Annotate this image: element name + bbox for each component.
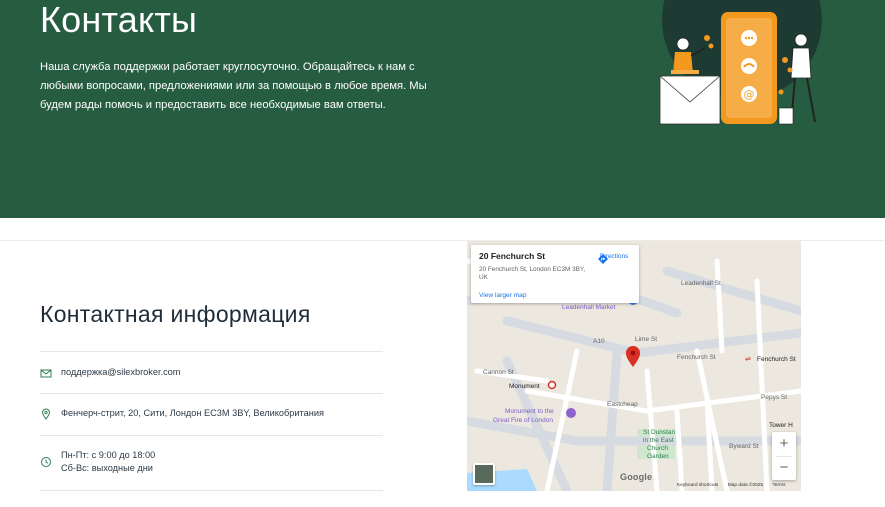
divider [40, 393, 383, 394]
label-fenchurch-station: Fenchurch St [757, 356, 796, 363]
page-title: Контакты [40, 0, 198, 40]
label-byward-st: Byward St [729, 443, 759, 450]
map-data-label: Map data ©2025 [727, 483, 764, 488]
zoom-controls: + − [772, 432, 796, 480]
label-cannon-st: Cannon St [483, 369, 514, 376]
label-eastcheap: Eastcheap [607, 401, 638, 408]
satellite-toggle[interactable] [473, 463, 495, 485]
place-info-card: 20 Fenchurch St 20 Fenchurch St, London … [471, 245, 639, 303]
mail-icon [40, 369, 52, 378]
contact-email[interactable]: поддержка@silexbroker.com [61, 366, 180, 379]
underground-icon [547, 380, 557, 390]
contact-hours: Пн-Пт: с 9:00 до 18:00 Сб-Вс: выходные д… [61, 449, 155, 475]
contact-info-heading: Контактная информация [40, 301, 311, 327]
divider [40, 490, 383, 491]
view-larger-map-link[interactable]: View larger map [479, 292, 527, 299]
hero-banner: Контакты Наша служба поддержки работает … [0, 0, 885, 218]
label-a10: A10 [593, 338, 605, 345]
envelope-icon [659, 75, 721, 125]
contact-address: Фенчерч-стрит, 20, Сити, Лондон EC3M 3BY… [61, 408, 324, 418]
contact-email-row[interactable]: поддержка@silexbroker.com [40, 366, 383, 379]
hero-description: Наша служба поддержки работает круглосут… [40, 61, 427, 111]
label-monument: Monument [509, 383, 540, 390]
rail-icon: ⇌ [745, 355, 751, 363]
label-tower-hill: Tower H [769, 422, 793, 429]
place-address: 20 Fenchurch St, London EC3M 3BY, UK [479, 266, 586, 281]
location-pin-icon [41, 408, 51, 420]
map-footer: Keyboard shortcuts Map data ©2025 Terms [677, 483, 794, 488]
keyboard-shortcuts-link[interactable]: Keyboard shortcuts [677, 483, 718, 488]
label-leadenhall-market: Leadenhall Market [562, 304, 616, 311]
hours-weekdays: Пн-Пт: с 9:00 до 18:00 [61, 450, 156, 460]
zoom-out-button[interactable]: − [772, 456, 796, 480]
divider [40, 435, 383, 436]
divider [40, 351, 383, 352]
label-leadenhall-st: Leadenhall St [681, 280, 721, 287]
attraction-icon [566, 408, 576, 418]
directions-icon [598, 254, 608, 264]
svg-text:@: @ [744, 88, 755, 101]
label-pepys-st: Pepys St [761, 394, 787, 401]
clock-icon [41, 457, 51, 467]
google-logo: Google [620, 472, 653, 482]
embedded-map[interactable]: Leadenhall St Leadenhall Market Lime St … [467, 241, 801, 491]
contact-address-row: Фенчерч-стрит, 20, Сити, Лондон EC3M 3BY… [40, 407, 383, 420]
directions-button[interactable]: Directions [597, 253, 631, 264]
contact-hours-row: Пн-Пт: с 9:00 до 18:00 Сб-Вс: выходные д… [40, 449, 383, 475]
label-lime-st: Lime St [635, 336, 657, 343]
support-illustration: @ [659, 0, 822, 125]
label-fenchurch-st: Fenchurch St [677, 354, 716, 361]
zoom-in-button[interactable]: + [772, 432, 796, 456]
hours-weekend: Сб-Вс: выходные дни [61, 463, 153, 473]
terms-link[interactable]: Terms [772, 483, 785, 488]
